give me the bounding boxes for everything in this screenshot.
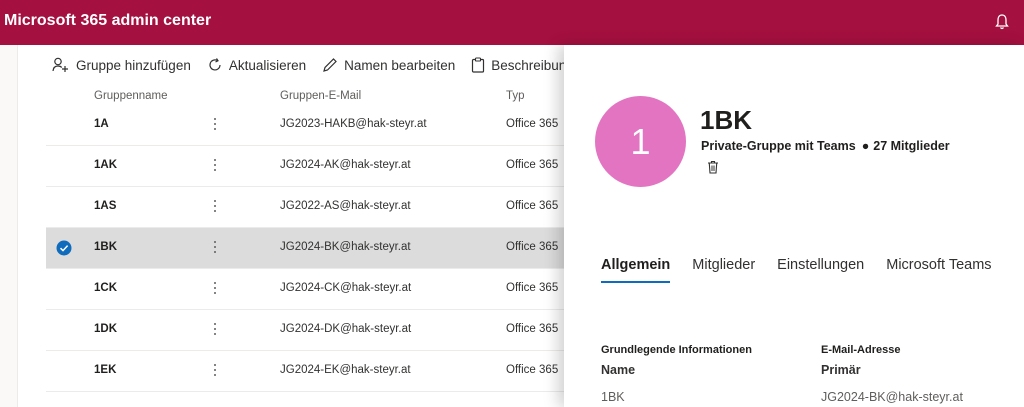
group-detail-panel: 1 1BK Private-Gruppe mit Teams ● 27 Mitgli… bbox=[564, 45, 1024, 407]
clipboard-icon bbox=[472, 57, 485, 73]
tab-microsoft-teams[interactable]: Microsoft Teams bbox=[886, 257, 991, 283]
group-email: JG2023-HAKB@hak-steyr.at bbox=[280, 118, 427, 130]
description-button[interactable]: Beschreibung bbox=[471, 57, 574, 73]
table-row[interactable]: 1AK JG2024-AK@hak-steyr.at Office 365 bbox=[46, 146, 564, 187]
refresh-button[interactable]: Aktualisieren bbox=[207, 57, 306, 73]
column-header-email[interactable]: Gruppen-E-Mail bbox=[280, 90, 361, 102]
group-summary: Private-Gruppe mit Teams ● 27 Mitglieder bbox=[701, 139, 950, 153]
trash-icon[interactable] bbox=[707, 160, 719, 174]
group-email: JG2024-DK@hak-steyr.at bbox=[280, 323, 412, 335]
add-group-button[interactable]: Gruppe hinzufügen bbox=[52, 57, 191, 73]
refresh-label: Aktualisieren bbox=[228, 57, 307, 73]
top-bar: Microsoft 365 admin center bbox=[0, 0, 1024, 45]
name-label: Name bbox=[601, 363, 636, 377]
tab-bar: Allgemein Mitglieder Einstellungen Micro… bbox=[601, 257, 1014, 283]
edit-name-button[interactable]: Namen bearbeiten bbox=[322, 57, 455, 73]
table-row-selected[interactable]: 1BK JG2024-BK@hak-steyr.at Office 365 bbox=[46, 228, 564, 269]
table-row[interactable]: 1DK JG2024-DK@hak-steyr.at Office 365 bbox=[46, 310, 564, 351]
table-row[interactable]: 1EK JG2024-EK@hak-steyr.at Office 365 bbox=[46, 351, 564, 392]
group-email: JG2024-BK@hak-steyr.at bbox=[280, 241, 411, 253]
group-type: Office 365 bbox=[506, 364, 559, 376]
group-name[interactable]: 1AK bbox=[94, 159, 117, 171]
group-type-label: Private-Gruppe mit Teams bbox=[701, 139, 856, 153]
group-name[interactable]: 1AS bbox=[94, 200, 116, 212]
primary-email-value: JG2024-BK@hak-steyr.at bbox=[821, 390, 963, 404]
group-name[interactable]: 1CK bbox=[94, 282, 117, 294]
more-vertical-icon[interactable] bbox=[213, 363, 217, 377]
column-header-type[interactable]: Typ bbox=[506, 90, 525, 102]
group-type: Office 365 bbox=[506, 282, 559, 294]
group-email: JG2022-AS@hak-steyr.at bbox=[280, 200, 411, 212]
more-vertical-icon[interactable] bbox=[213, 199, 217, 213]
add-group-label: Gruppe hinzufügen bbox=[76, 57, 191, 73]
refresh-icon bbox=[209, 58, 221, 71]
more-vertical-icon[interactable] bbox=[213, 158, 217, 172]
more-vertical-icon[interactable] bbox=[213, 117, 217, 131]
group-type: Office 365 bbox=[506, 118, 559, 130]
group-email: JG2024-EK@hak-steyr.at bbox=[280, 364, 411, 376]
tab-settings[interactable]: Einstellungen bbox=[777, 257, 864, 283]
table-row[interactable]: 1CK JG2024-CK@hak-steyr.at Office 365 bbox=[46, 269, 564, 310]
table-row[interactable]: 1A JG2023-HAKB@hak-steyr.at Office 365 bbox=[46, 105, 564, 146]
primary-email-label: Primär bbox=[821, 363, 861, 377]
bullet-separator: ● bbox=[861, 139, 870, 153]
basic-info-heading: Grundlegende Informationen bbox=[601, 344, 752, 356]
group-name[interactable]: 1EK bbox=[94, 364, 116, 376]
more-vertical-icon[interactable] bbox=[213, 322, 217, 336]
bell-icon[interactable] bbox=[994, 13, 1010, 31]
description-label: Beschreibung bbox=[491, 57, 574, 73]
group-type: Office 365 bbox=[506, 241, 559, 253]
name-value: 1BK bbox=[601, 390, 625, 404]
command-bar: Gruppe hinzufügen Aktualisieren Namen be… bbox=[52, 53, 590, 77]
avatar: 1 bbox=[595, 96, 686, 187]
group-type: Office 365 bbox=[506, 323, 559, 335]
more-vertical-icon[interactable] bbox=[213, 240, 217, 254]
avatar-initial: 1 bbox=[630, 120, 651, 162]
add-person-icon bbox=[52, 57, 68, 72]
group-email: JG2024-AK@hak-steyr.at bbox=[280, 159, 411, 171]
tab-members[interactable]: Mitglieder bbox=[692, 257, 755, 283]
column-header-name[interactable]: Gruppenname bbox=[94, 90, 168, 102]
more-vertical-icon[interactable] bbox=[213, 281, 217, 295]
pencil-icon bbox=[323, 58, 337, 72]
email-heading: E-Mail-Adresse bbox=[821, 344, 901, 356]
edit-name-label: Namen bearbeiten bbox=[344, 57, 456, 73]
group-name[interactable]: 1BK bbox=[94, 241, 117, 253]
tab-general[interactable]: Allgemein bbox=[601, 257, 671, 283]
members-count[interactable]: 27 Mitglieder bbox=[873, 139, 949, 153]
group-email: JG2024-CK@hak-steyr.at bbox=[280, 282, 412, 294]
group-type: Office 365 bbox=[506, 200, 559, 212]
table-row[interactable]: 1AS JG2022-AS@hak-steyr.at Office 365 bbox=[46, 187, 564, 228]
panel-title: 1BK bbox=[700, 105, 753, 135]
checkmark-circle-icon[interactable] bbox=[56, 240, 72, 256]
group-type: Office 365 bbox=[506, 159, 559, 171]
group-name[interactable]: 1DK bbox=[94, 323, 117, 335]
app-title[interactable]: Microsoft 365 admin center bbox=[4, 12, 211, 30]
group-name[interactable]: 1A bbox=[94, 118, 109, 130]
nav-strip bbox=[0, 45, 18, 407]
